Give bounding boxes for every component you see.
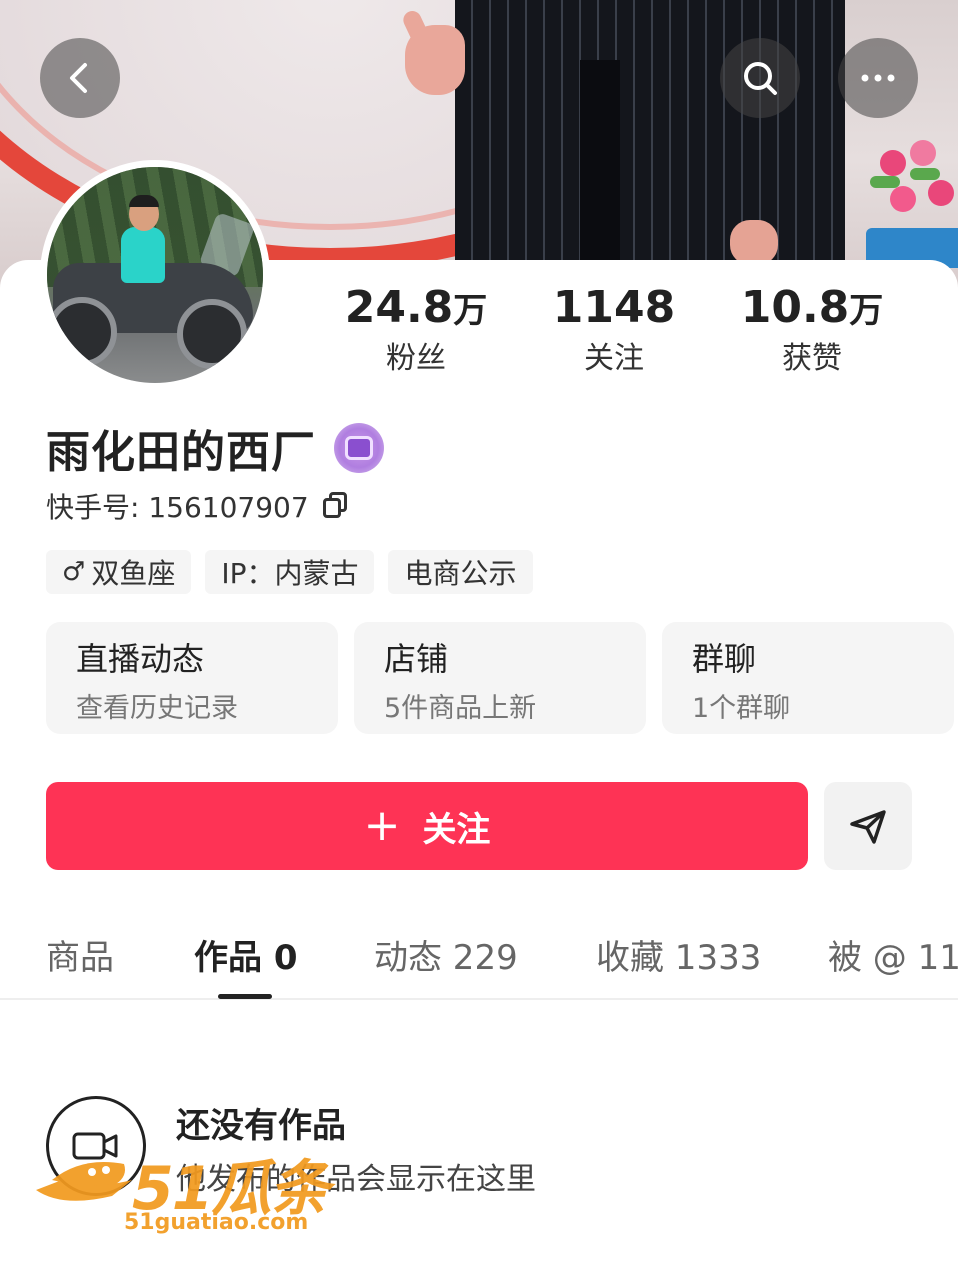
shortcut-subtitle: 查看历史记录 <box>76 693 238 724</box>
stat-following-label: 关注 <box>584 341 644 376</box>
account-id: 快手号: 156107907 <box>46 491 309 524</box>
shortcut-title: 直播动态 <box>76 640 205 678</box>
cover-hand-lower <box>730 220 778 265</box>
stats-row: 24.8万 粉丝 1148 关注 10.8万 获赞 <box>320 282 940 382</box>
content-tabs: 商品 作品 0 动态 229 收藏 1333 被 @ 11 <box>0 924 958 1000</box>
share-icon <box>850 810 886 844</box>
copy-icon[interactable] <box>321 492 349 520</box>
watermark-url: 51guatiao.com <box>124 1210 309 1235</box>
watermark-logo <box>36 1162 132 1201</box>
plus-icon: + <box>363 800 401 851</box>
name-row: 雨化田的西厂 <box>46 420 384 478</box>
shortcut-cards: 直播动态 查看历史记录 店铺 5件商品上新 群聊 1个群聊 <box>46 622 958 734</box>
tab-favorites[interactable]: 收藏 1333 <box>596 930 761 979</box>
stat-following-value: 1148 <box>552 282 676 333</box>
shortcut-live-activity[interactable]: 直播动态 查看历史记录 <box>46 622 338 734</box>
more-button[interactable] <box>838 38 918 118</box>
follow-button-label: 关注 <box>422 809 491 850</box>
profile-card: 24.8万 粉丝 1148 关注 10.8万 获赞 雨化田的西厂 快手号: 15… <box>0 160 958 1280</box>
tab-moments[interactable]: 动态 229 <box>374 930 518 979</box>
shortcut-group-chat[interactable]: 群聊 1个群聊 <box>662 622 954 734</box>
shortcut-subtitle: 1个群聊 <box>692 693 791 724</box>
search-button[interactable] <box>720 38 800 118</box>
tab-mentioned[interactable]: 被 @ 11 <box>828 930 958 979</box>
cover-suit-shadow <box>580 60 620 290</box>
active-tab-indicator <box>218 994 272 999</box>
stat-following[interactable]: 1148 关注 <box>514 282 714 379</box>
stat-fans-label: 粉丝 <box>386 341 446 376</box>
back-button[interactable] <box>40 38 120 118</box>
shortcut-shop[interactable]: 店铺 5件商品上新 <box>354 622 646 734</box>
stat-fans[interactable]: 24.8万 粉丝 <box>316 282 516 379</box>
stat-fans-value: 24.8万 <box>344 282 488 333</box>
watermark: 51瓜条 51guatiao.com <box>32 1142 332 1242</box>
tag-ip-location: IP：内蒙古 <box>205 550 375 594</box>
share-button[interactable] <box>824 782 912 870</box>
verified-badge-icon[interactable] <box>334 423 384 473</box>
male-icon: ♂ <box>62 557 86 587</box>
avatar-image <box>47 167 263 383</box>
tab-goods[interactable]: 商品 <box>46 930 114 979</box>
tab-works[interactable]: 作品 0 <box>194 930 298 979</box>
shortcut-subtitle: 5件商品上新 <box>384 693 537 724</box>
stat-likes-value: 10.8万 <box>740 282 884 333</box>
more-icon <box>861 74 895 82</box>
follow-button[interactable]: + 关注 <box>46 782 808 870</box>
tag-ecommerce-notice[interactable]: 电商公示 <box>388 550 533 594</box>
search-icon <box>744 62 777 95</box>
shortcut-title: 店铺 <box>384 640 449 678</box>
shortcut-title: 群聊 <box>692 640 757 678</box>
account-id-row: 快手号: 156107907 <box>46 486 349 526</box>
profile-name: 雨化田的西厂 <box>46 427 316 478</box>
profile-tags: ♂ 双鱼座 IP：内蒙古 电商公示 <box>46 550 533 594</box>
avatar[interactable] <box>40 160 270 390</box>
cover-person-suit <box>455 0 845 290</box>
stat-likes-label: 获赞 <box>782 341 842 376</box>
stat-likes[interactable]: 10.8万 获赞 <box>712 282 912 379</box>
tag-zodiac: ♂ 双鱼座 <box>46 550 192 594</box>
cover-hand <box>405 25 465 95</box>
back-icon <box>70 63 87 93</box>
